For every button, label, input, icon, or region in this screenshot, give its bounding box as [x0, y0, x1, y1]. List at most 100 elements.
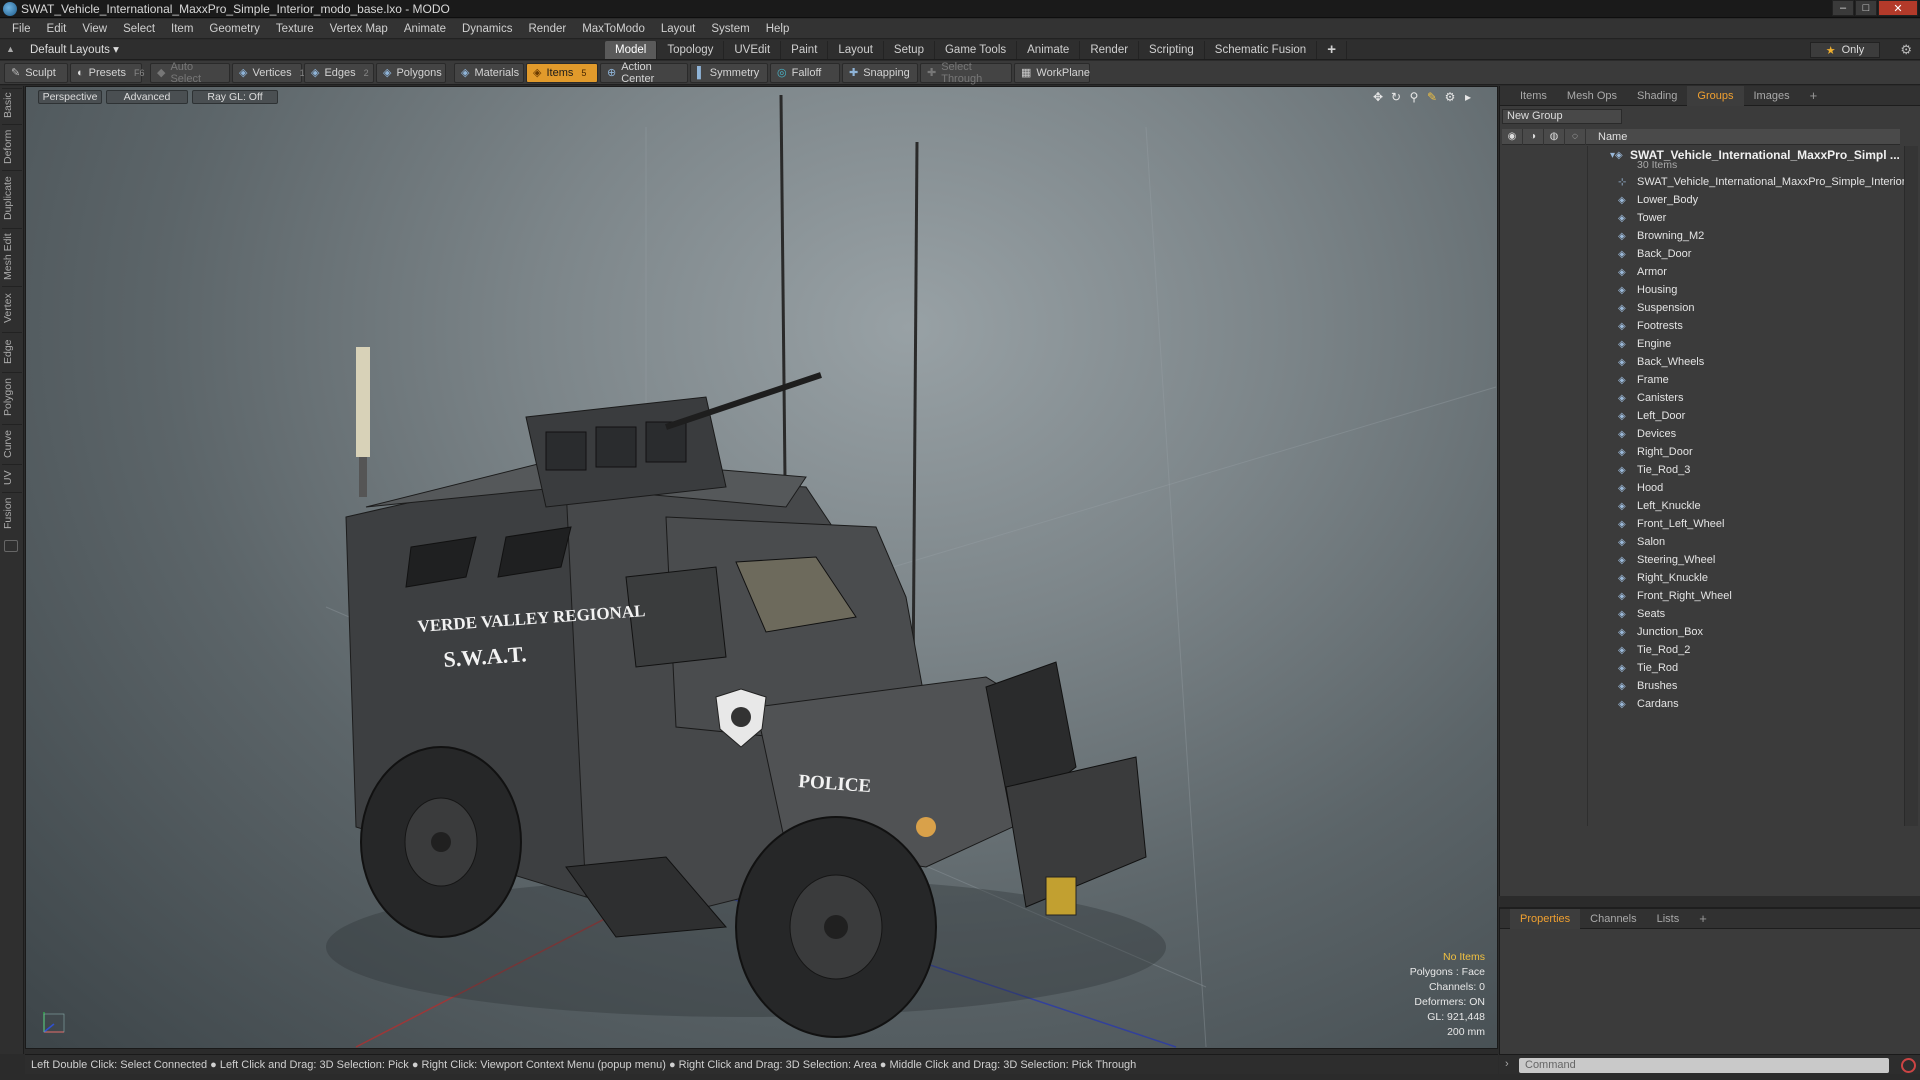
- group-item-row[interactable]: ◈ Back_Wheels: [1502, 353, 1900, 371]
- group-item-row[interactable]: ◈ Browning_M2: [1502, 227, 1900, 245]
- group-item-row[interactable]: ◈ Right_Knuckle: [1502, 569, 1900, 587]
- select-column-icon[interactable]: ◌: [1565, 128, 1586, 145]
- close-button[interactable]: ✕: [1878, 0, 1918, 16]
- tab-scripting[interactable]: Scripting: [1139, 41, 1205, 59]
- polygons-button[interactable]: ◈ Polygons: [376, 62, 446, 83]
- minimize-button[interactable]: –: [1832, 0, 1854, 16]
- tab-mesh-ops[interactable]: Mesh Ops: [1557, 86, 1627, 106]
- vtab-edge[interactable]: Edge: [2, 332, 22, 370]
- sculpt-button[interactable]: ✎ Sculpt: [4, 62, 68, 83]
- add-tab-button[interactable]: +: [1317, 41, 1347, 59]
- group-item-row[interactable]: ◈ Tie_Rod: [1502, 659, 1900, 677]
- render-column-icon[interactable]: ◑: [1523, 128, 1544, 145]
- vtab-basic[interactable]: Basic: [2, 88, 22, 122]
- tab-uvedit[interactable]: UVEdit: [724, 41, 782, 59]
- vtab-fusion[interactable]: Fusion: [2, 492, 22, 534]
- vertices-button[interactable]: ◈ Vertices 1: [232, 62, 305, 83]
- 3d-viewport[interactable]: VERDE VALLEY REGIONAL S.W.A.T. POLICE Pe…: [25, 86, 1498, 1049]
- panel-toggle-icon[interactable]: [4, 540, 18, 552]
- raygl-button[interactable]: Ray GL: Off: [192, 90, 278, 104]
- name-column-header[interactable]: Name: [1586, 131, 1627, 143]
- vtab-mesh-edit[interactable]: Mesh Edit: [2, 228, 22, 284]
- command-record-icon[interactable]: [1901, 1058, 1916, 1073]
- group-item-row[interactable]: ◈ Armor: [1502, 263, 1900, 281]
- visibility-column-icon[interactable]: ◉: [1502, 128, 1523, 145]
- group-item-row[interactable]: ◈ Canisters: [1502, 389, 1900, 407]
- items-button[interactable]: ◈ Items 5: [526, 62, 598, 83]
- tab-lists[interactable]: Lists: [1647, 909, 1690, 929]
- tab-items[interactable]: Items: [1510, 86, 1557, 106]
- menu-view[interactable]: View: [74, 23, 115, 35]
- tab-images[interactable]: Images: [1744, 86, 1800, 106]
- tab-animate[interactable]: Animate: [1017, 41, 1081, 59]
- only-button[interactable]: ★ Only: [1810, 42, 1880, 58]
- group-item-row[interactable]: ◈ Left_Door: [1502, 407, 1900, 425]
- tab-groups[interactable]: Groups: [1687, 85, 1744, 106]
- gear-icon[interactable]: ⚙: [1900, 42, 1912, 58]
- menu-maxtomodo[interactable]: MaxToModo: [574, 23, 653, 35]
- group-item-row[interactable]: ◈ Steering_Wheel: [1502, 551, 1900, 569]
- move-view-icon[interactable]: ✥: [1369, 90, 1387, 104]
- group-item-row[interactable]: ◈ Frame: [1502, 371, 1900, 389]
- group-item-row[interactable]: ◈ Salon: [1502, 533, 1900, 551]
- action-center-button[interactable]: ⊕ Action Center: [600, 61, 688, 85]
- menu-select[interactable]: Select: [115, 23, 163, 35]
- group-item-row[interactable]: ◈ Left_Knuckle: [1502, 497, 1900, 515]
- menu-vertex-map[interactable]: Vertex Map: [322, 23, 396, 35]
- view-perspective-button[interactable]: Perspective: [38, 90, 102, 104]
- select-through-button[interactable]: ✚ Select Through: [920, 61, 1012, 85]
- group-item-row[interactable]: ◈ Tie_Rod_2: [1502, 641, 1900, 659]
- group-item-row[interactable]: ◈ Cardans: [1502, 695, 1900, 713]
- workplane-button[interactable]: ▦ WorkPlane: [1014, 62, 1090, 83]
- group-item-row[interactable]: ◈ Seats: [1502, 605, 1900, 623]
- layout-preset-dropdown[interactable]: ▲ Default Layouts ▾: [6, 42, 119, 56]
- menu-help[interactable]: Help: [758, 23, 798, 35]
- zoom-view-icon[interactable]: ⚲: [1405, 90, 1423, 104]
- group-item-row[interactable]: ◈ Junction_Box: [1502, 623, 1900, 641]
- group-item-row[interactable]: ◈ Housing: [1502, 281, 1900, 299]
- auto-select-button[interactable]: ◆ Auto Select: [150, 61, 230, 85]
- presets-button[interactable]: ◐ Presets F6: [70, 62, 144, 83]
- tab-shading[interactable]: Shading: [1627, 86, 1687, 106]
- group-item-row[interactable]: ◈ Hood: [1502, 479, 1900, 497]
- symmetry-button[interactable]: ▌ Symmetry: [690, 62, 768, 83]
- rotate-view-icon[interactable]: ↻: [1387, 90, 1405, 104]
- group-item-row[interactable]: ◈ Lower_Body: [1502, 191, 1900, 209]
- group-row[interactable]: ▾◈ SWAT_Vehicle_International_MaxxPro_Sim…: [1502, 146, 1900, 171]
- materials-button[interactable]: ◈ Materials: [454, 62, 524, 83]
- tab-channels[interactable]: Channels: [1580, 909, 1646, 929]
- vtab-uv[interactable]: UV: [2, 464, 22, 490]
- add-panel-tab-button[interactable]: +: [1800, 86, 1828, 106]
- tab-model[interactable]: Model: [605, 41, 658, 59]
- command-input[interactable]: Command: [1519, 1058, 1889, 1073]
- vtab-deform[interactable]: Deform: [2, 124, 22, 168]
- edit-view-icon[interactable]: ✎: [1423, 90, 1441, 104]
- menu-layout[interactable]: Layout: [653, 23, 704, 35]
- viewport-settings-icon[interactable]: ⚙: [1441, 90, 1459, 104]
- vtab-vertex[interactable]: Vertex: [2, 286, 22, 330]
- tab-render[interactable]: Render: [1080, 41, 1140, 59]
- group-item-row[interactable]: ◈ Tower: [1502, 209, 1900, 227]
- new-group-button[interactable]: New Group: [1502, 109, 1622, 124]
- vtab-duplicate[interactable]: Duplicate: [2, 170, 22, 226]
- group-item-row[interactable]: ◈ Front_Right_Wheel: [1502, 587, 1900, 605]
- maximize-button[interactable]: □: [1855, 0, 1877, 16]
- vtab-curve[interactable]: Curve: [2, 424, 22, 462]
- group-item-row[interactable]: ◈ Engine: [1502, 335, 1900, 353]
- menu-render[interactable]: Render: [520, 23, 574, 35]
- tab-properties[interactable]: Properties: [1510, 908, 1581, 929]
- snapping-button[interactable]: ✚ Snapping: [842, 62, 918, 83]
- group-item-row[interactable]: ◈ Suspension: [1502, 299, 1900, 317]
- menu-texture[interactable]: Texture: [268, 23, 322, 35]
- menu-edit[interactable]: Edit: [39, 23, 75, 35]
- pin-icon[interactable]: ▲: [6, 44, 16, 54]
- group-item-row[interactable]: ◈ Tie_Rod_3: [1502, 461, 1900, 479]
- menu-animate[interactable]: Animate: [396, 23, 454, 35]
- menu-dynamics[interactable]: Dynamics: [454, 23, 520, 35]
- tab-game-tools[interactable]: Game Tools: [935, 41, 1018, 59]
- group-item-row[interactable]: ⊹ SWAT_Vehicle_International_MaxxPro_Simp…: [1502, 173, 1905, 191]
- vtab-polygon[interactable]: Polygon: [2, 372, 22, 422]
- group-item-row[interactable]: ◈ Footrests: [1502, 317, 1900, 335]
- edges-button[interactable]: ◈ Edges 2: [304, 62, 374, 83]
- tab-schematic-fusion[interactable]: Schematic Fusion: [1205, 41, 1318, 59]
